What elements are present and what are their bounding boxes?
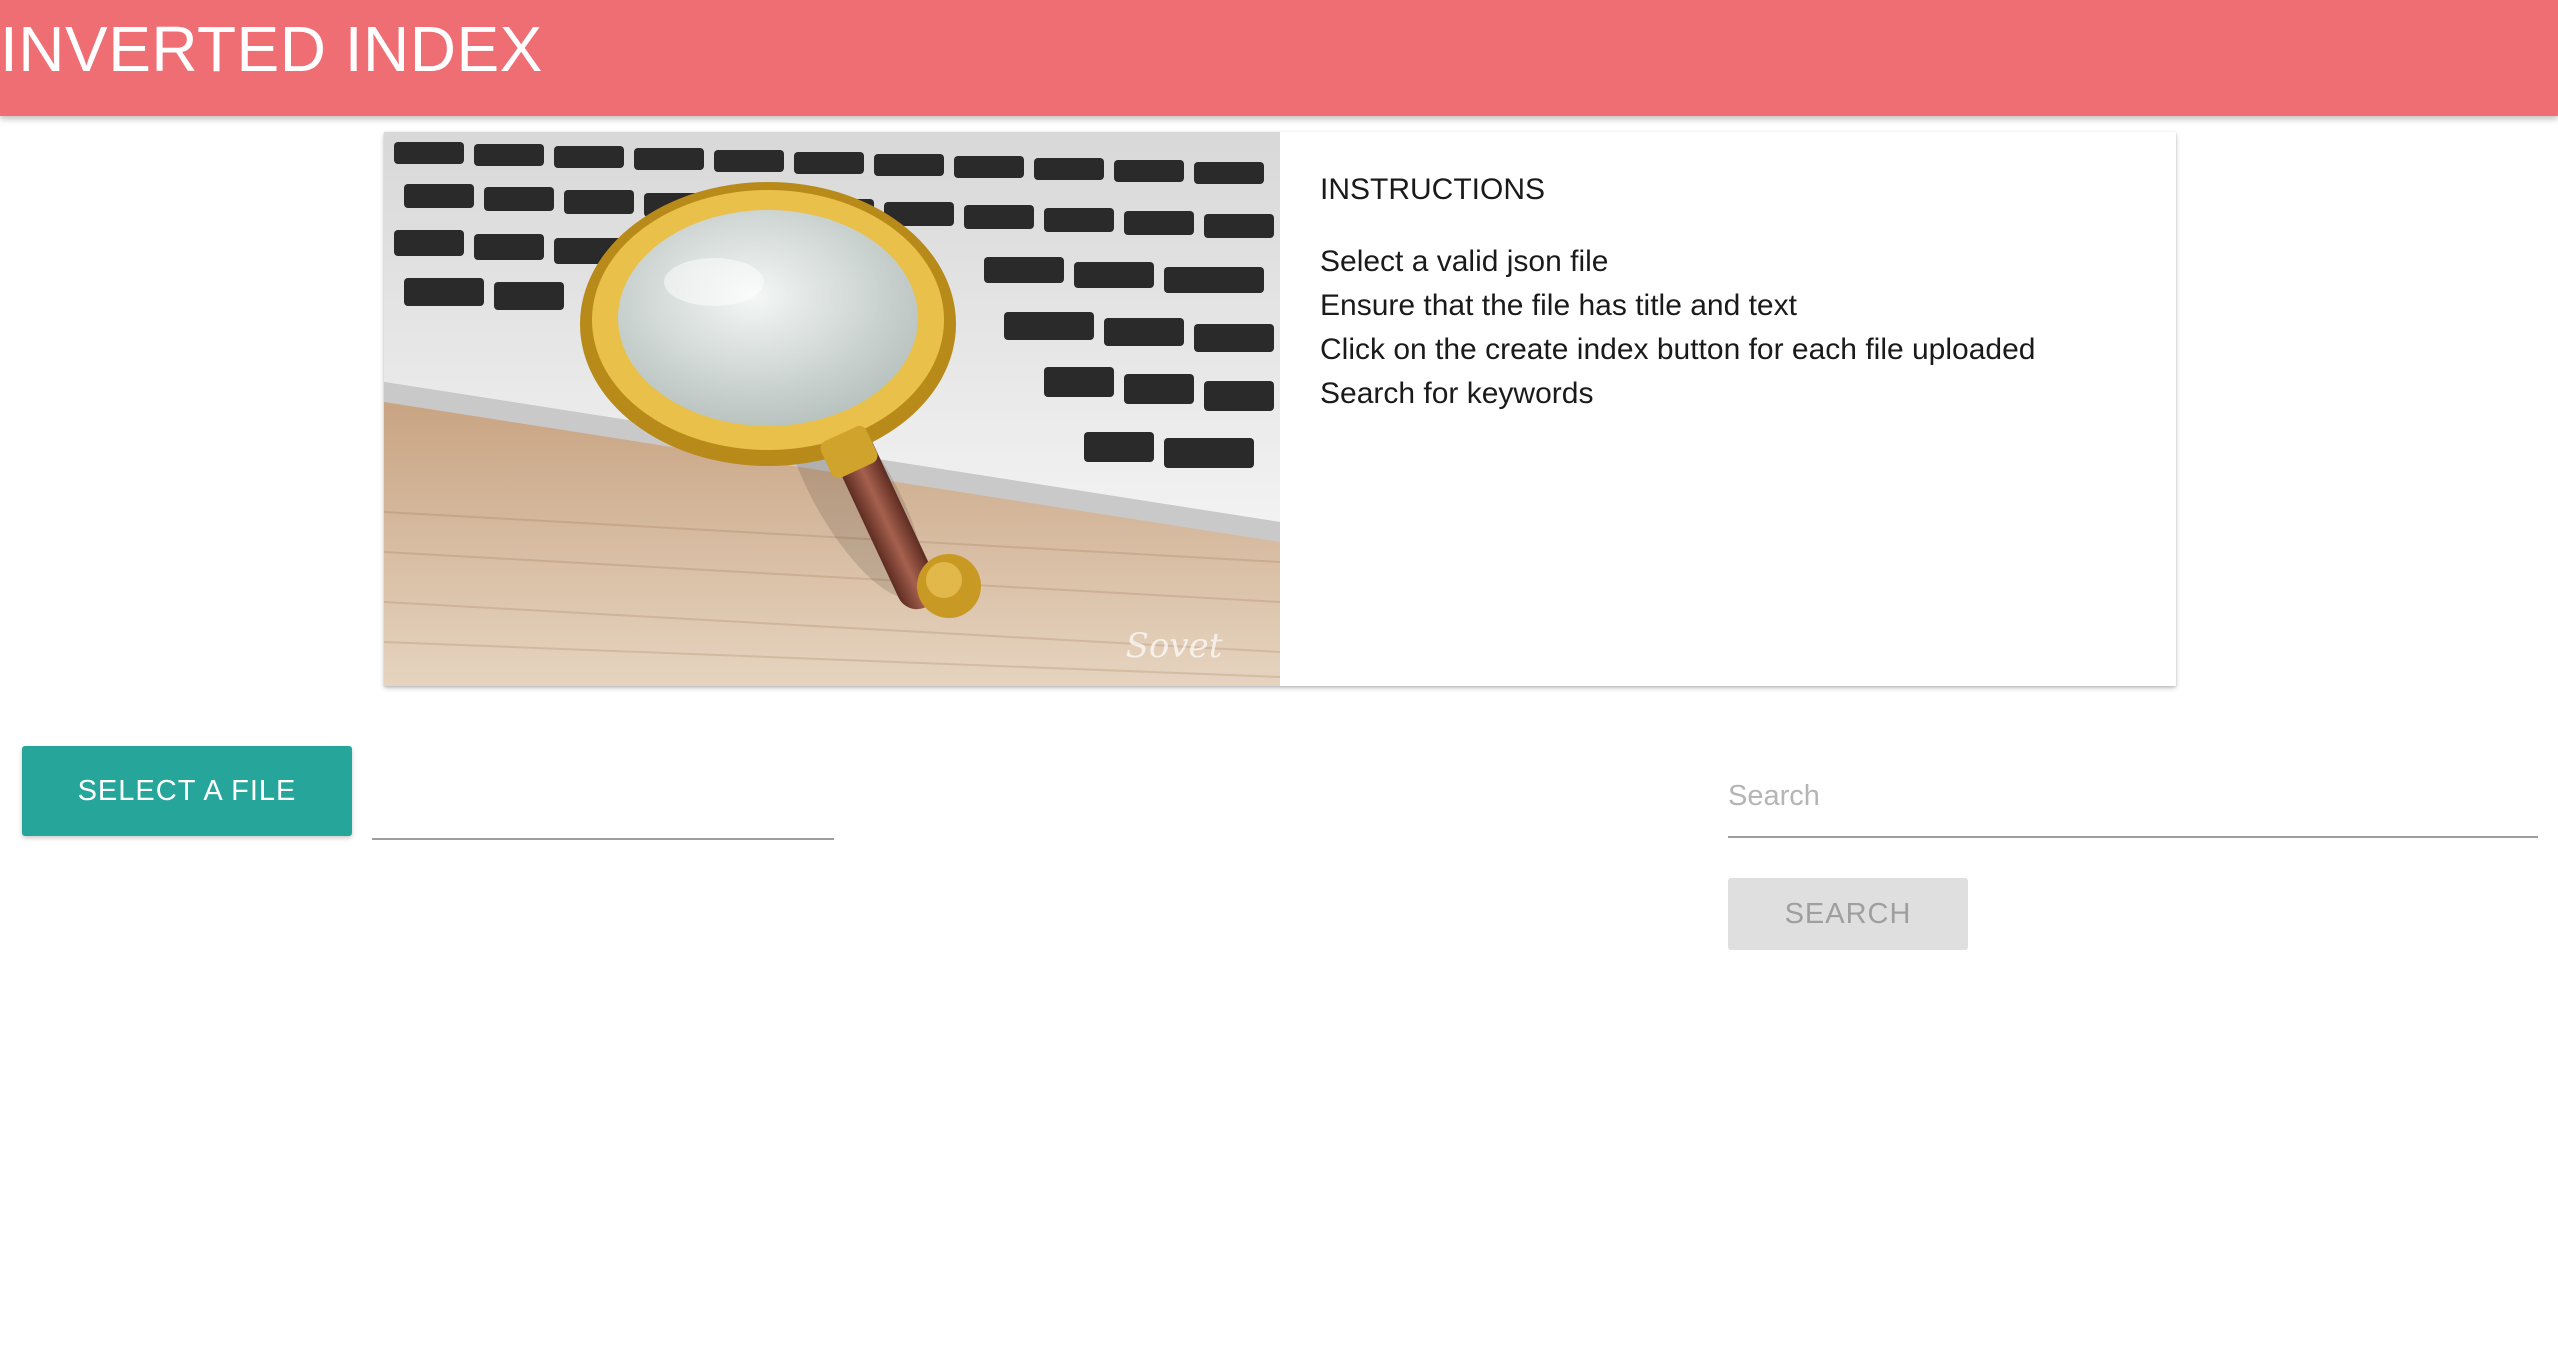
- instructions-card: Sovet INSTRUCTIONS Select a valid json f…: [384, 132, 2176, 686]
- select-file-button[interactable]: SELECT A FILE: [22, 746, 352, 836]
- instruction-line: Ensure that the file has title and text: [1320, 289, 1797, 322]
- search-input[interactable]: [1728, 756, 2538, 838]
- file-path-field[interactable]: [372, 756, 834, 840]
- instructions-content: INSTRUCTIONS Select a valid json file En…: [1320, 170, 2140, 416]
- instruction-line: Click on the create index button for eac…: [1320, 333, 2036, 366]
- search-button[interactable]: SEARCH: [1728, 878, 1968, 950]
- instructions-heading: INSTRUCTIONS: [1320, 173, 1545, 206]
- instruction-line: Select a valid json file: [1320, 245, 1609, 278]
- instruction-line: Search for keywords: [1320, 377, 1594, 410]
- magnifying-glass-on-keyboard-image: Sovet: [384, 132, 1280, 686]
- app-header: INVERTED INDEX: [0, 0, 2558, 116]
- image-watermark: Sovet: [1126, 626, 1223, 666]
- app-title: INVERTED INDEX: [0, 13, 543, 85]
